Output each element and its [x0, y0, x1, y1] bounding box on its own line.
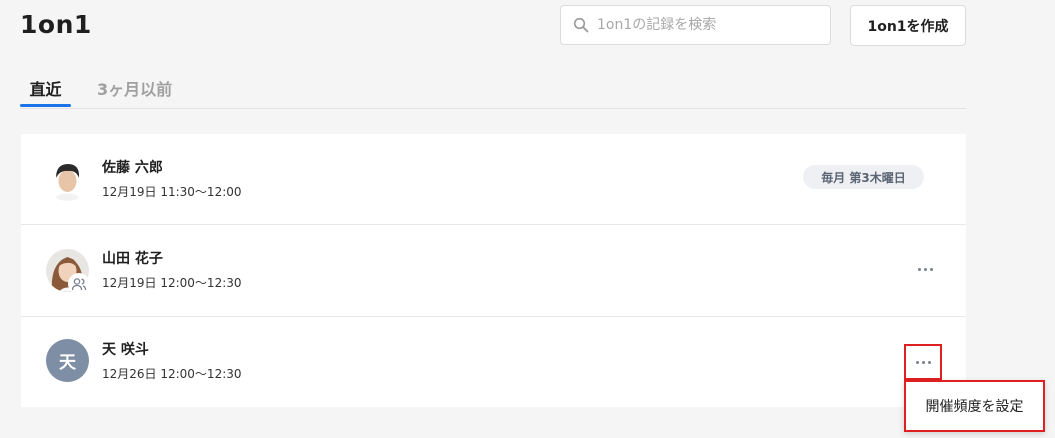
more-options-button[interactable]	[904, 344, 942, 380]
meeting-datetime: 12月19日 11:30〜12:00	[102, 185, 242, 199]
member-name: 天 咲斗	[102, 342, 149, 358]
menu-item-set-frequency[interactable]: 開催頻度を設定	[926, 396, 1024, 416]
avatar	[46, 158, 89, 201]
avatar-man-photo	[46, 158, 89, 201]
search-input[interactable]	[595, 16, 829, 34]
group-icon	[68, 273, 90, 295]
avatar	[46, 249, 90, 295]
more-horizontal-icon	[915, 360, 931, 364]
page-title: 1on1	[20, 10, 92, 39]
tab-older-than-3-months[interactable]: 3ヶ月以前	[97, 76, 172, 100]
list-item[interactable]: 山田 花子 12月19日 12:00〜12:30	[21, 225, 966, 317]
meeting-list: 佐藤 六郎 12月19日 11:30〜12:00 毎月 第3木曜日 山田 花子 …	[21, 134, 966, 407]
page: 1on1 1on1を作成 直近 3ヶ月以前	[0, 0, 1055, 438]
more-horizontal-icon	[917, 267, 933, 271]
frequency-badge: 毎月 第3木曜日	[803, 165, 924, 189]
more-options-button[interactable]	[906, 251, 944, 287]
member-name: 佐藤 六郎	[102, 160, 163, 176]
avatar-letter: 天	[46, 339, 89, 382]
create-1on1-button[interactable]: 1on1を作成	[850, 5, 966, 46]
tab-recent[interactable]: 直近	[20, 76, 71, 107]
avatar: 天	[46, 339, 89, 382]
search-box[interactable]	[560, 5, 831, 45]
options-dropdown: 開催頻度を設定	[904, 380, 1045, 432]
tab-bar: 直近 3ヶ月以前	[20, 70, 966, 109]
meeting-datetime: 12月26日 12:00〜12:30	[102, 367, 242, 381]
search-icon	[573, 17, 589, 33]
meeting-datetime: 12月19日 12:00〜12:30	[102, 276, 242, 290]
member-name: 山田 花子	[102, 251, 163, 267]
list-item[interactable]: 天 天 咲斗 12月26日 12:00〜12:30	[21, 317, 966, 407]
list-item[interactable]: 佐藤 六郎 12月19日 11:30〜12:00 毎月 第3木曜日	[21, 134, 966, 225]
